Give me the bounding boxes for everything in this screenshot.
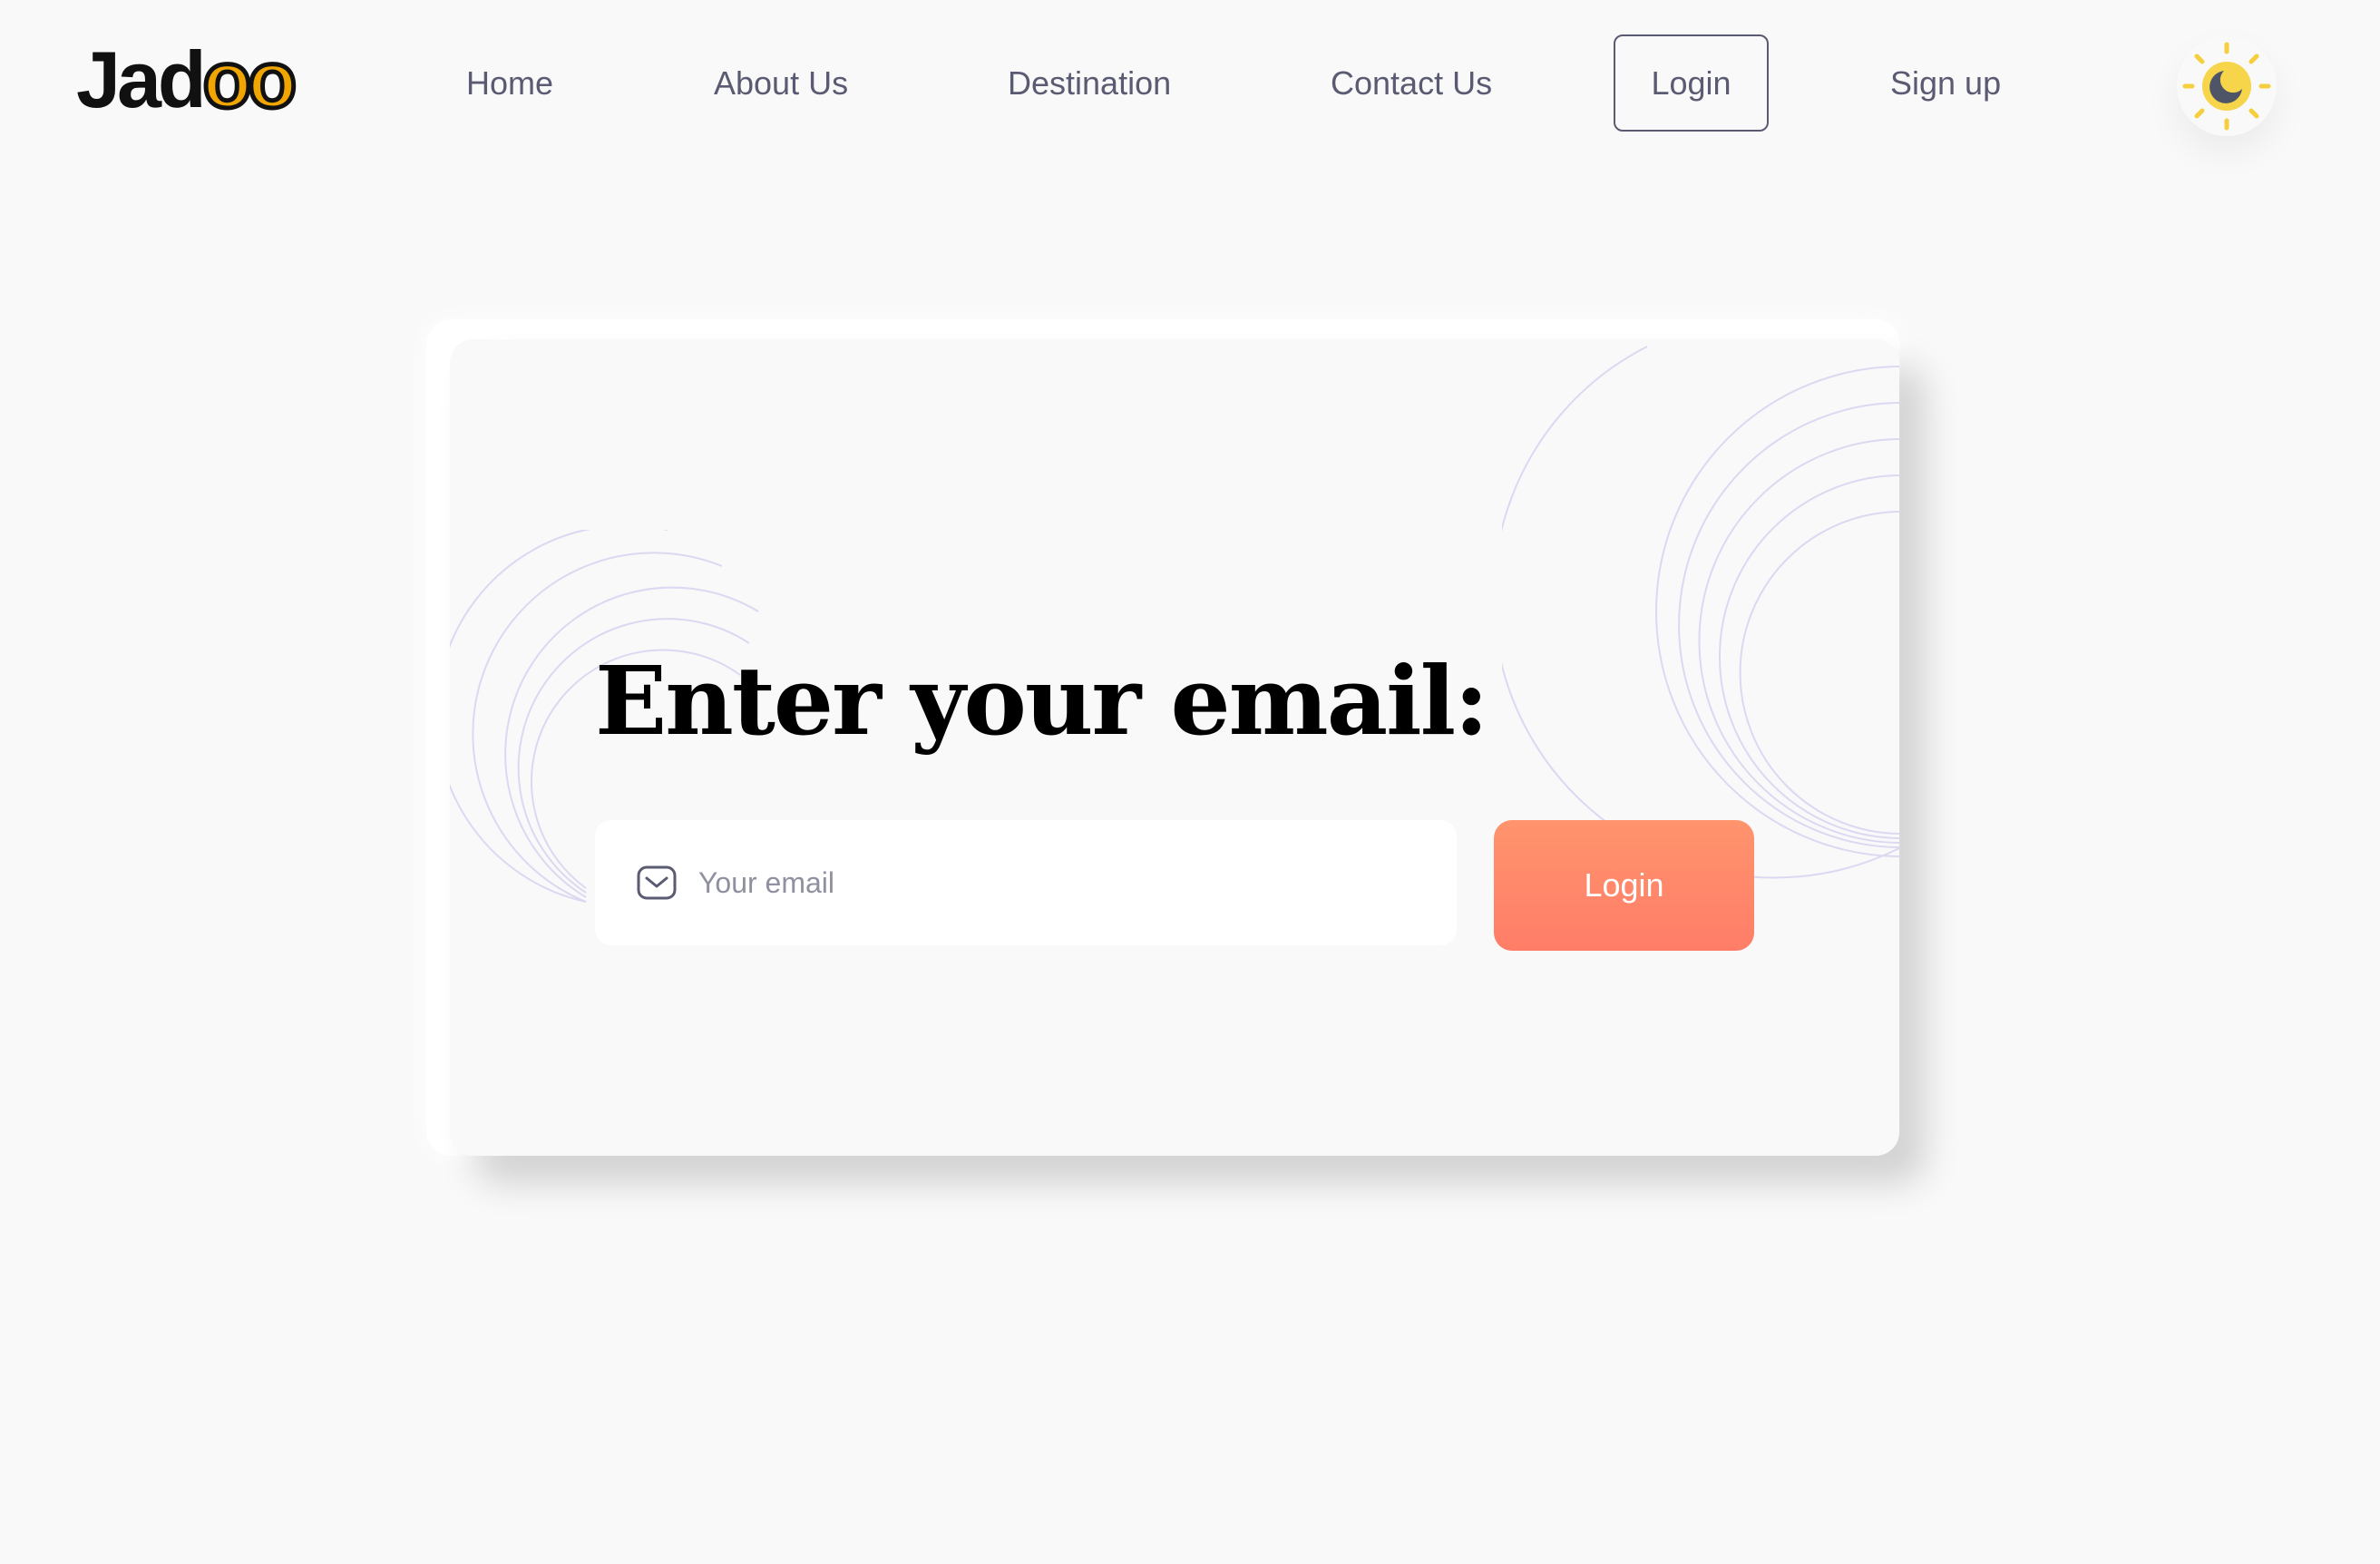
mail-icon xyxy=(637,865,677,900)
nav-link-signup[interactable]: Sign up xyxy=(1890,62,2001,105)
nav-link-destination[interactable]: Destination xyxy=(1008,62,1171,105)
jadoo-logo[interactable]: Jadoo xyxy=(76,37,299,122)
navbar: Jadoo Home About Us Destination Contact … xyxy=(0,0,2380,167)
nav-link-contact[interactable]: Contact Us xyxy=(1331,62,1492,105)
sun-moon-icon xyxy=(2182,42,2271,131)
nav-login-button[interactable]: Login xyxy=(1614,34,1769,132)
logo-text-prefix: Jad xyxy=(76,34,207,124)
email-input[interactable] xyxy=(697,865,1422,901)
login-submit-button[interactable]: Login xyxy=(1494,820,1754,951)
page-title: Enter your email: xyxy=(595,644,1489,757)
email-field[interactable] xyxy=(595,820,1457,945)
nav-link-about[interactable]: About Us xyxy=(714,62,848,105)
nav-link-home[interactable]: Home xyxy=(466,62,553,105)
theme-toggle-button[interactable] xyxy=(2177,36,2277,136)
logo-text-suffix: oo xyxy=(200,34,298,124)
email-login-card: Enter your email: Login xyxy=(450,339,1899,1156)
decorative-arcs-right xyxy=(1502,346,1899,879)
